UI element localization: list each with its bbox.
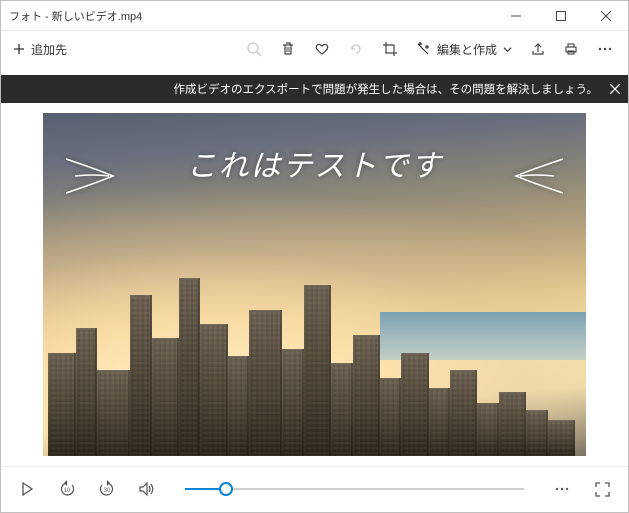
zoom-button [237,33,271,65]
volume-icon [138,480,156,498]
zoom-icon [246,41,262,57]
chevron-down-icon [503,45,512,54]
viewer-area: 作成ビデオのエクスポートで問題が発生した場合は、その問題を解決しましょう。 [1,67,628,466]
skip-back-amount: 10 [64,488,71,494]
ellipsis-icon [597,41,613,57]
close-button[interactable] [583,1,628,31]
magic-icon [415,41,431,57]
toolbar: 追加先 編集と作成 [1,31,628,67]
playback-more-button[interactable] [550,477,574,501]
play-button[interactable] [15,477,39,501]
crop-icon [382,41,398,57]
plus-icon [13,43,25,55]
window-controls [493,1,628,31]
timeline-slider[interactable] [185,480,524,498]
maximize-button[interactable] [538,1,583,31]
window-title: フォト - 新しいビデオ.mp4 [9,8,142,24]
banner-text: 作成ビデオのエクスポートで問題が発生した場合は、その問題を解決しましょう。 [174,81,598,97]
banner-close-button[interactable] [610,84,620,94]
fullscreen-button[interactable] [590,477,614,501]
crop-button[interactable] [373,33,407,65]
share-button[interactable] [520,33,554,65]
ellipsis-icon [554,481,570,497]
print-icon [563,41,579,57]
delete-button[interactable] [271,33,305,65]
heart-icon [314,41,330,57]
favorite-button[interactable] [305,33,339,65]
skip-back-icon: 10 [58,480,76,498]
edit-create-label: 編集と作成 [437,41,497,58]
notification-banner: 作成ビデオのエクスポートで問題が発生した場合は、その問題を解決しましょう。 [1,75,628,103]
add-to-label: 追加先 [31,41,67,58]
print-button[interactable] [554,33,588,65]
rotate-icon [348,41,364,57]
title-bar: フォト - 新しいビデオ.mp4 [1,1,628,31]
timeline-thumb[interactable] [219,482,233,496]
rotate-button [339,33,373,65]
play-icon [20,482,34,496]
more-button[interactable] [588,33,622,65]
edit-create-button[interactable]: 編集と作成 [407,33,520,65]
trash-icon [280,41,296,57]
video-overlay-text: これはテストです [43,141,586,185]
skip-forward-icon: 30 [98,480,116,498]
playback-controls: 10 30 [1,466,628,511]
add-to-button[interactable]: 追加先 [7,37,73,62]
city-skyline [43,278,586,456]
timeline-track [185,488,524,490]
skip-fwd-amount: 30 [104,488,111,494]
volume-button[interactable] [135,477,159,501]
close-icon [610,84,620,94]
fullscreen-icon [595,482,610,497]
video-frame[interactable]: これはテストです [43,113,586,456]
minimize-button[interactable] [493,1,538,31]
share-icon [529,41,545,57]
skip-forward-button[interactable]: 30 [95,477,119,501]
skip-back-button[interactable]: 10 [55,477,79,501]
